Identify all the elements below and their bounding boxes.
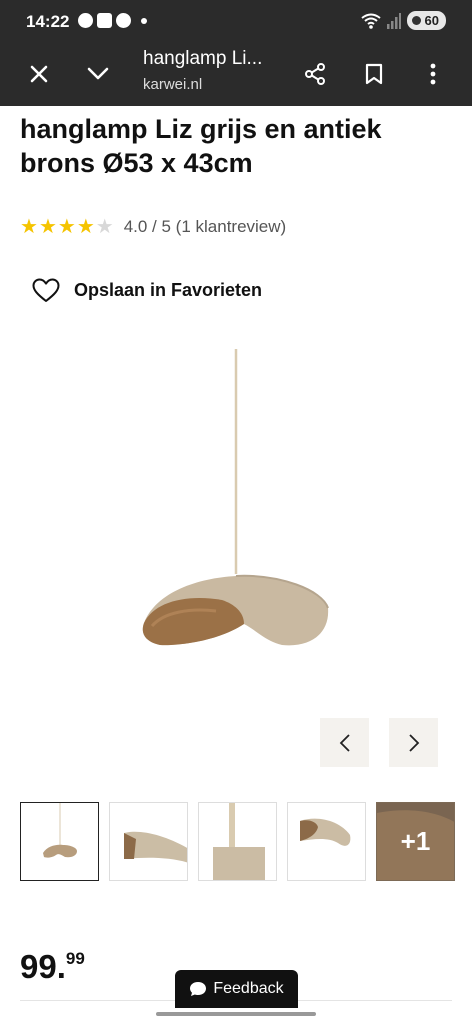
product-main-image[interactable]: [60, 340, 420, 680]
feedback-label: Feedback: [213, 980, 284, 997]
price-decimal: 99: [65, 949, 85, 968]
pendant-lamp-image: [142, 349, 329, 646]
bookmark-button[interactable]: [354, 54, 394, 94]
save-favorite-button[interactable]: Opslaan in Favorieten: [32, 278, 262, 303]
notification-icons: [78, 13, 147, 28]
page-url: karwei.nl: [143, 76, 203, 93]
signal-icon: [386, 12, 401, 29]
system-icons: 60: [360, 11, 446, 30]
star-filled-icon: ★: [57, 216, 76, 238]
thumbnail-more[interactable]: +1: [376, 802, 455, 881]
more-images-count: +1: [400, 826, 431, 856]
price-integer: 99.: [20, 948, 66, 985]
product-price: 99.99: [20, 948, 85, 986]
message-notification-icon: [116, 13, 131, 28]
share-icon: [305, 63, 325, 85]
star-filled-icon: ★: [38, 216, 57, 238]
wifi-icon: [360, 13, 381, 29]
rating-text: 4.0 / 5 (1 klantreview): [123, 217, 287, 236]
more-notifications-dot-icon: [141, 17, 147, 24]
browser-toolbar: hanglamp Li... karwei.nl: [0, 42, 472, 106]
chat-bubble-icon: [190, 982, 207, 996]
status-bar: 14:22 60: [0, 0, 472, 42]
product-rating[interactable]: ★ ★ ★ ★ ★ 4.0 / 5 (1 klantreview): [20, 216, 286, 238]
share-button[interactable]: [295, 54, 335, 94]
product-title: hanglamp Liz grijs en antiek brons Ø53 x…: [20, 114, 382, 178]
star-filled-icon: ★: [76, 216, 95, 238]
thumbnail-1[interactable]: [20, 802, 99, 881]
close-button[interactable]: [19, 54, 59, 94]
battery-indicator: 60: [406, 11, 446, 30]
more-options-button[interactable]: [413, 54, 453, 94]
minimize-button[interactable]: [78, 54, 118, 94]
thumbnail-2[interactable]: [109, 802, 188, 881]
chevron-down-icon: [87, 67, 109, 80]
more-vertical-icon: [430, 63, 436, 85]
feedback-button[interactable]: Feedback: [175, 970, 298, 1008]
thumbnail-image: [300, 818, 351, 846]
status-time: 14:22: [26, 12, 70, 31]
image-thumbnails: +1: [20, 802, 455, 881]
chevron-right-icon: [408, 733, 419, 752]
favorite-label: Opslaan in Favorieten: [74, 280, 263, 300]
page-title: hanglamp Li...: [143, 48, 263, 69]
home-indicator[interactable]: [156, 1012, 316, 1016]
close-icon: [30, 65, 48, 83]
thumbnail-image: [124, 831, 187, 863]
thumbnail-4[interactable]: [287, 802, 366, 881]
star-empty-icon: ★: [95, 216, 114, 238]
previous-image-button[interactable]: [320, 718, 369, 767]
chevron-left-icon: [339, 733, 350, 752]
thumbnail-image: [213, 803, 265, 880]
app-notification-icon: [97, 13, 112, 28]
next-image-button[interactable]: [389, 718, 438, 767]
chrome-notification-icon: [78, 13, 93, 28]
thumbnail-image: [43, 803, 77, 858]
star-filled-icon: ★: [20, 216, 38, 238]
rating-stars: ★ ★ ★ ★ ★: [20, 216, 114, 238]
heart-icon: [32, 278, 60, 302]
bookmark-icon: [365, 63, 383, 85]
thumbnail-3[interactable]: [198, 802, 277, 881]
